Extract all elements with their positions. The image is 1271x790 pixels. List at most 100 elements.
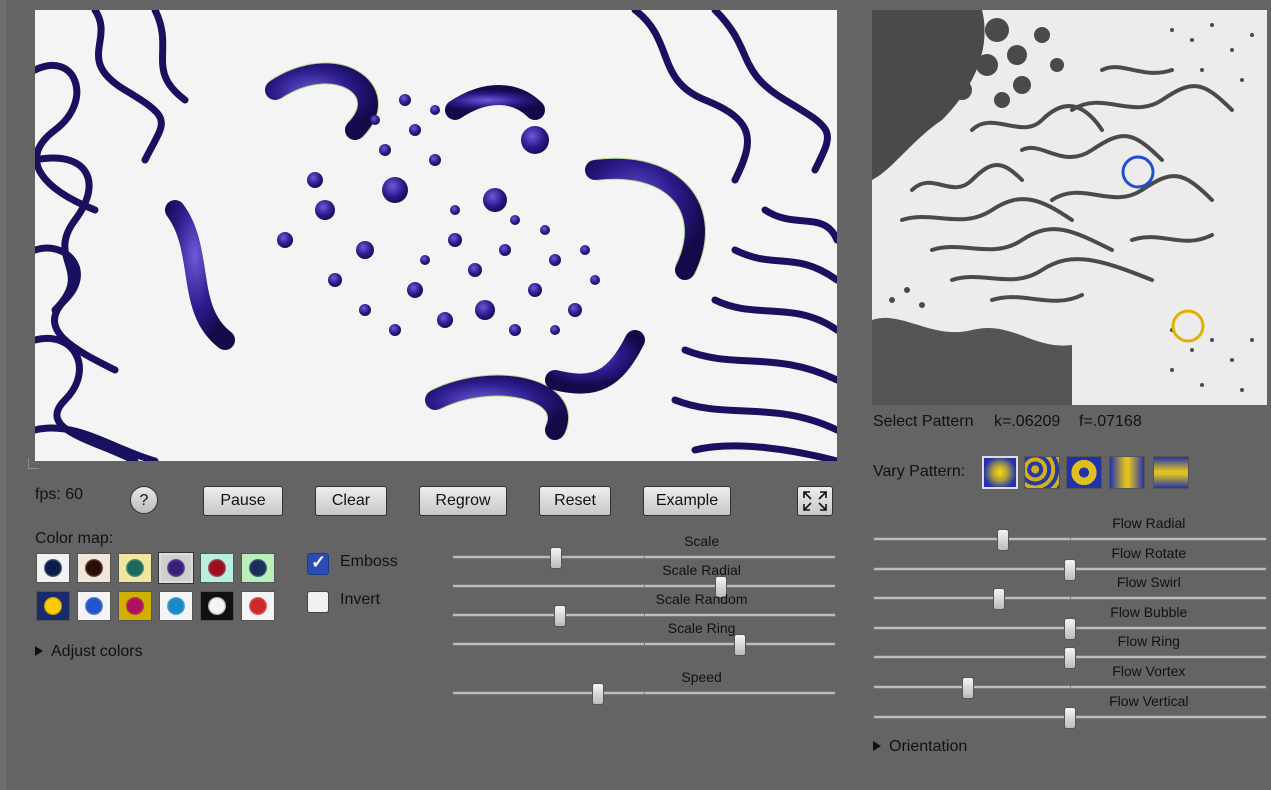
- slider-center-tick: [1070, 596, 1071, 600]
- disclosure-triangle-icon: [35, 646, 43, 656]
- select-pattern-label: Select Pattern: [873, 413, 974, 430]
- colormap-swatch[interactable]: [77, 553, 111, 583]
- colormap-preview-dot: [167, 559, 185, 577]
- slider-label: Flow Radial: [1112, 515, 1186, 531]
- slider-scale-random[interactable]: Scale Random: [452, 591, 836, 627]
- slider-thumb[interactable]: [549, 547, 562, 569]
- colormap-swatch[interactable]: [200, 591, 234, 621]
- slider-label: Scale Ring: [667, 620, 736, 636]
- f-value: f=.07168: [1079, 413, 1142, 430]
- invert-label: Invert: [340, 591, 381, 608]
- slider-label: Flow Vortex: [1112, 663, 1186, 679]
- slider-center-tick: [644, 642, 645, 646]
- slider-speed[interactable]: Speed: [452, 669, 836, 705]
- slider-scale-radial[interactable]: Scale Radial: [452, 562, 836, 598]
- slider-flow-vortex[interactable]: Flow Vortex: [873, 663, 1267, 699]
- slider-label: Flow Ring: [1117, 633, 1180, 649]
- colormap-swatch[interactable]: [159, 553, 193, 583]
- simulation-canvas[interactable]: [35, 10, 837, 461]
- vary-random-button[interactable]: [1024, 456, 1060, 489]
- colormap-preview-dot: [249, 559, 267, 577]
- slider-center-tick: [1070, 685, 1071, 689]
- colormap-preview-dot: [208, 559, 226, 577]
- simulation-pattern: [35, 10, 837, 461]
- clear-button[interactable]: Clear: [315, 486, 387, 516]
- colormap-swatch[interactable]: [118, 553, 152, 583]
- colormap-swatch[interactable]: [36, 591, 70, 621]
- example-button[interactable]: Example: [643, 486, 731, 516]
- slider-label: Scale Radial: [662, 562, 741, 578]
- emboss-checkbox[interactable]: [307, 552, 329, 575]
- slider-label: Speed: [681, 669, 722, 685]
- colormap-swatch[interactable]: [36, 553, 70, 583]
- colormap-preview-dot: [85, 597, 103, 615]
- tube-pattern: [165, 63, 705, 440]
- slider-label: Flow Bubble: [1110, 604, 1188, 620]
- slider-thumb[interactable]: [961, 677, 974, 699]
- slider-thumb[interactable]: [1064, 647, 1076, 669]
- slider-thumb[interactable]: [1064, 618, 1076, 640]
- colormap-preview-dot: [249, 597, 267, 615]
- slider-label: Scale: [684, 533, 720, 549]
- vary-pattern-label: Vary Pattern:: [873, 463, 966, 480]
- fps-counter: fps: 60: [35, 486, 84, 503]
- slider-flow-swirl[interactable]: Flow Swirl: [873, 574, 1267, 610]
- slider-flow-rotate[interactable]: Flow Rotate: [873, 545, 1267, 581]
- colormap-preview-dot: [167, 597, 185, 615]
- slider-thumb[interactable]: [553, 605, 566, 627]
- invert-checkbox[interactable]: [307, 591, 329, 613]
- adjust-colors-label: Adjust colors: [51, 643, 143, 660]
- slider-thumb[interactable]: [1064, 707, 1076, 729]
- slider-flow-ring[interactable]: Flow Ring: [873, 633, 1267, 669]
- colormap-preview-dot: [85, 559, 103, 577]
- slider-center-tick: [644, 584, 645, 588]
- slider-scale[interactable]: Scale: [452, 533, 836, 569]
- regrow-button[interactable]: Regrow: [419, 486, 507, 516]
- vary-radial-button[interactable]: [982, 456, 1018, 489]
- fullscreen-icon: [803, 491, 827, 511]
- slider-center-tick: [644, 555, 645, 559]
- slider-label: Flow Swirl: [1116, 574, 1181, 590]
- slider-flow-bubble[interactable]: Flow Bubble: [873, 604, 1267, 640]
- pause-button[interactable]: Pause: [203, 486, 283, 516]
- slider-scale-ring[interactable]: Scale Ring: [452, 620, 836, 656]
- vary-ring-button[interactable]: [1066, 456, 1102, 489]
- colormap-preview-dot: [208, 597, 226, 615]
- slider-flow-vertical[interactable]: Flow Vertical: [873, 693, 1267, 729]
- slider-center-tick: [1070, 537, 1071, 541]
- adjust-colors-toggle[interactable]: Adjust colors: [35, 643, 143, 661]
- pattern-map[interactable]: [872, 10, 1267, 405]
- slider-thumb[interactable]: [734, 634, 746, 656]
- blob-dots: [277, 94, 600, 336]
- slider-label: Flow Vertical: [1109, 693, 1189, 709]
- slider-label: Scale Random: [655, 591, 748, 607]
- orientation-toggle[interactable]: Orientation: [873, 738, 967, 756]
- slider-center-tick: [644, 613, 645, 617]
- slider-center-tick: [644, 691, 645, 695]
- colormap-swatch[interactable]: [77, 591, 111, 621]
- slider-thumb[interactable]: [993, 588, 1006, 610]
- emboss-label: Emboss: [340, 553, 398, 570]
- vary-vertical-button[interactable]: [1153, 456, 1189, 489]
- help-button[interactable]: ?: [130, 486, 158, 514]
- reset-button[interactable]: Reset: [539, 486, 611, 516]
- slider-flow-radial[interactable]: Flow Radial: [873, 515, 1267, 551]
- slider-thumb[interactable]: [1064, 559, 1076, 581]
- orientation-label: Orientation: [889, 738, 968, 755]
- k-value: k=.06209: [994, 413, 1061, 430]
- resize-grip[interactable]: [28, 458, 39, 469]
- disclosure-triangle-icon: [873, 741, 881, 751]
- slider-thumb[interactable]: [591, 683, 604, 705]
- colormap-swatch[interactable]: [118, 591, 152, 621]
- fullscreen-button[interactable]: [797, 486, 833, 516]
- vary-horizontal-button[interactable]: [1109, 456, 1145, 489]
- colormap-swatch[interactable]: [241, 591, 275, 621]
- left-strip: [0, 0, 6, 790]
- colormap-preview-dot: [44, 597, 62, 615]
- colormap-swatch[interactable]: [200, 553, 234, 583]
- colormap-swatch[interactable]: [241, 553, 275, 583]
- slider-thumb[interactable]: [997, 529, 1010, 551]
- colormap-preview-dot: [126, 597, 144, 615]
- colormap-swatch[interactable]: [159, 591, 193, 621]
- colormap-preview-dot: [126, 559, 144, 577]
